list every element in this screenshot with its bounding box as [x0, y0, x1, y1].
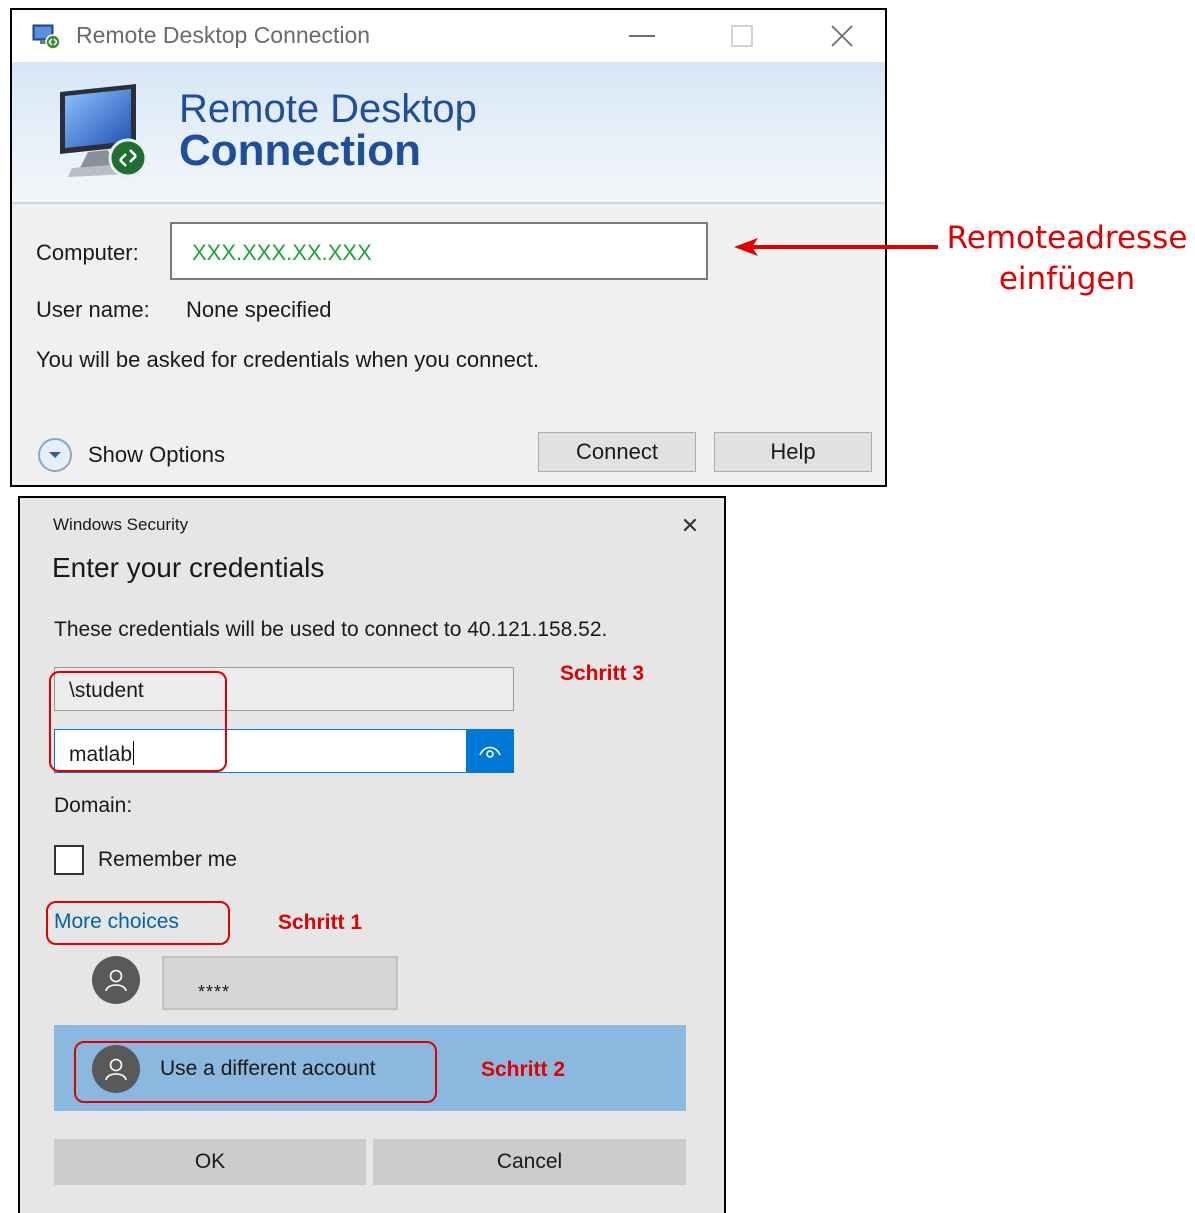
step1-label: Schritt 1 — [278, 911, 363, 934]
windows-security-dialog: Windows Security ✕ Enter your credential… — [18, 496, 726, 1213]
step2-label: Schritt 2 — [481, 1058, 566, 1081]
highlight-more-choices-box — [46, 901, 230, 945]
help-button[interactable]: Help — [714, 432, 872, 472]
chevron-down-icon — [38, 438, 72, 472]
computer-input[interactable]: XXX.XXX.XX.XXX — [170, 222, 708, 280]
minimize-button[interactable] — [612, 18, 672, 54]
remember-me-option[interactable]: Remember me — [54, 845, 237, 875]
saved-account-tile[interactable]: **** — [162, 956, 398, 1010]
title-bar: Remote Desktop Connection — [12, 10, 885, 62]
domain-label: Domain: — [54, 794, 133, 817]
minimize-icon — [629, 35, 655, 37]
username-label: User name: — [36, 297, 150, 322]
step3-label: Schritt 3 — [560, 662, 645, 685]
show-options-label: Show Options — [88, 442, 225, 467]
banner: Remote Desktop Connection — [12, 62, 885, 204]
monitor-icon — [60, 84, 148, 178]
highlight-credentials-box — [49, 671, 227, 772]
username-value: None specified — [186, 297, 332, 322]
close-button[interactable] — [812, 18, 872, 54]
connect-button[interactable]: Connect — [538, 432, 696, 472]
banner-title-line1: Remote Desktop — [179, 87, 477, 131]
banner-title-line2: Connection — [179, 126, 421, 175]
remote-address-annotation: Remoteadresse einfügen — [942, 218, 1192, 300]
annotation-line1: Remoteadresse — [946, 220, 1188, 256]
dialog-description: These credentials will be used to connec… — [54, 618, 608, 641]
cancel-button[interactable]: Cancel — [373, 1139, 686, 1185]
show-options-toggle[interactable]: Show Options — [38, 438, 225, 472]
ok-button[interactable]: OK — [54, 1139, 366, 1185]
remote-desktop-app-icon — [32, 24, 61, 50]
remember-me-label: Remember me — [98, 848, 237, 871]
annotation-line2: einfügen — [998, 261, 1136, 297]
maximize-icon — [731, 25, 753, 47]
close-icon — [831, 25, 853, 47]
highlight-different-account-box — [74, 1041, 437, 1103]
window-title: Remote Desktop Connection — [76, 22, 371, 48]
remember-me-checkbox[interactable] — [54, 845, 84, 875]
close-icon[interactable]: ✕ — [676, 512, 704, 540]
dialog-heading: Enter your credentials — [52, 552, 325, 583]
reveal-password-button[interactable] — [466, 729, 514, 773]
user-avatar-icon — [92, 956, 140, 1004]
credentials-info-text: You will be asked for credentials when y… — [36, 347, 540, 372]
eye-icon — [479, 746, 501, 758]
maximize-button[interactable] — [712, 18, 772, 54]
dialog-title: Windows Security — [53, 515, 189, 534]
annotation-arrow-icon — [734, 238, 938, 256]
computer-label: Computer: — [36, 240, 139, 265]
